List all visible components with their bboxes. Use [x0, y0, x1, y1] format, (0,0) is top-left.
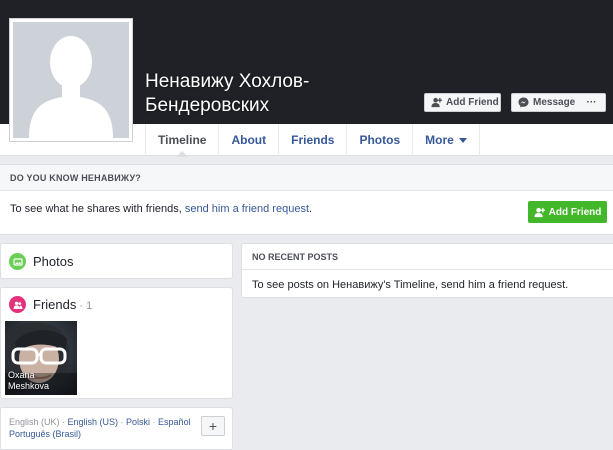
no-recent-posts-heading: NO RECENT POSTS	[242, 244, 613, 270]
friend-name-line1: Oxana	[8, 370, 35, 380]
do-you-know-heading: DO YOU KNOW НЕНАВИЖУ?	[0, 165, 613, 191]
friends-glyph-icon	[13, 301, 22, 309]
photos-icon	[9, 253, 26, 270]
do-you-know-prefix: To see what he shares with friends,	[10, 203, 185, 215]
language-separator: ·	[150, 417, 159, 427]
tab-photos[interactable]: Photos	[347, 124, 414, 156]
silhouette-icon	[29, 36, 113, 138]
friends-card: Friends · 1 Oxana Meshkova	[0, 287, 233, 399]
message-label: Message	[533, 97, 576, 108]
add-friend-green-button[interactable]: Add Friend	[528, 201, 607, 223]
caret-down-icon	[458, 137, 467, 143]
tab-photos-label: Photos	[359, 133, 401, 147]
photos-title: Photos	[33, 254, 74, 269]
plus-icon: +	[208, 418, 218, 434]
photos-glyph-icon	[12, 257, 23, 266]
tab-about-label: About	[231, 133, 267, 147]
tab-more[interactable]: More	[413, 124, 480, 156]
language-separator: ·	[118, 417, 127, 427]
tab-about[interactable]: About	[219, 124, 280, 156]
do-you-know-text: To see what he shares with friends, send…	[10, 203, 312, 215]
languages-card: English (UK) · English (US) · Polski · E…	[0, 407, 233, 450]
no-recent-posts-card: NO RECENT POSTS To see posts on Ненавижу…	[241, 243, 613, 298]
add-friend-green-label: Add Friend	[548, 206, 602, 218]
more-options-icon: ···	[586, 97, 597, 108]
friends-icon	[9, 296, 26, 313]
message-button[interactable]: Message	[511, 93, 579, 112]
send-friend-request-link[interactable]: send him a friend request	[185, 203, 309, 215]
do-you-know-panel: DO YOU KNOW НЕНАВИЖУ? To see what he sha…	[0, 164, 613, 235]
do-you-know-suffix: .	[309, 203, 313, 215]
language-link-portugues-brasil[interactable]: Português (Brasil)	[9, 429, 81, 439]
language-list: English (UK) · English (US) · Polski · E…	[9, 416, 197, 440]
profile-name-line1: Ненавижу Хохлов-	[145, 71, 310, 92]
friend-name-line2: Meshkova	[8, 381, 50, 391]
friends-count: · 1	[76, 300, 93, 312]
friends-title-label: Friends	[33, 297, 77, 312]
add-language-button[interactable]: +	[201, 416, 225, 436]
profile-tabs: Timeline About Friends Photos More	[145, 124, 480, 157]
add-friend-label: Add Friend	[446, 97, 499, 108]
language-link-polski[interactable]: Polski	[126, 417, 150, 427]
add-friend-button[interactable]: Add Friend	[424, 93, 501, 112]
tab-friends-label: Friends	[291, 133, 335, 147]
profile-picture[interactable]	[9, 18, 133, 142]
photos-card[interactable]: Photos	[0, 243, 233, 279]
language-link-english-us[interactable]: English (US)	[68, 417, 119, 427]
current-language: English (UK)	[9, 417, 60, 427]
friend-name: Oxana Meshkova	[8, 370, 49, 392]
friends-title[interactable]: Friends · 1	[33, 297, 92, 312]
add-friend-icon	[534, 207, 545, 217]
tab-friends[interactable]: Friends	[279, 124, 348, 156]
more-options-button[interactable]: ···	[578, 93, 606, 112]
language-link-espanol[interactable]: Español	[158, 417, 191, 427]
add-friend-icon	[431, 97, 442, 108]
language-separator: ·	[59, 417, 68, 427]
messenger-icon	[518, 97, 529, 108]
tab-timeline-label: Timeline	[158, 133, 207, 147]
no-recent-posts-text: To see posts on Ненавижу's Timeline, sen…	[252, 279, 569, 291]
tab-more-label: More	[425, 133, 454, 147]
profile-picture-placeholder	[13, 22, 129, 138]
tab-timeline[interactable]: Timeline	[145, 124, 220, 157]
friend-tile[interactable]: Oxana Meshkova	[5, 321, 77, 395]
